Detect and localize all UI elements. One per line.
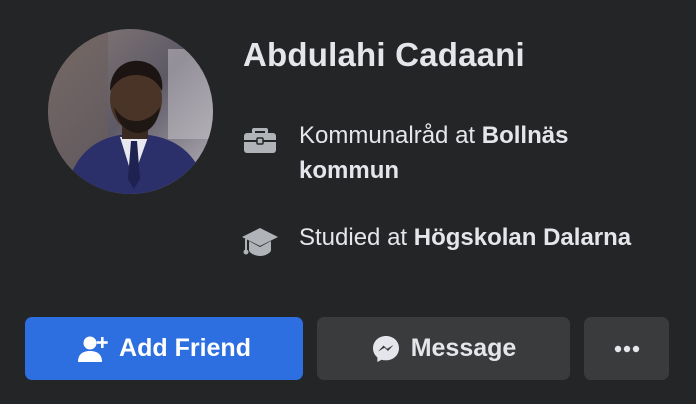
message-label: Message <box>410 334 517 362</box>
message-button[interactable]: Message <box>317 317 570 380</box>
work-text: Kommunalråd at Bollnäs kommun <box>299 118 659 188</box>
graduation-cap-icon <box>240 222 280 262</box>
more-options-button[interactable] <box>584 317 669 380</box>
more-dots-icon <box>614 345 640 353</box>
avatar-photo <box>48 29 213 194</box>
education-info: Studied at Högskolan Dalarna <box>240 220 660 295</box>
education-text: Studied at Högskolan Dalarna <box>299 220 659 255</box>
education-prefix: Studied at <box>299 224 414 251</box>
messenger-icon <box>371 334 401 364</box>
avatar[interactable] <box>48 29 213 194</box>
profile-hover-card: Abdulahi Cadaani Kommunalråd at Bollnäs … <box>0 0 696 404</box>
briefcase-icon <box>240 120 280 160</box>
profile-name[interactable]: Abdulahi Cadaani <box>243 36 525 74</box>
add-friend-button[interactable]: Add Friend <box>25 317 303 380</box>
education-org-link[interactable]: Högskolan Dalarna <box>414 224 631 251</box>
add-person-icon <box>77 335 109 363</box>
work-info: Kommunalråd at Bollnäs kommun <box>240 118 660 193</box>
add-friend-label: Add Friend <box>119 334 251 362</box>
work-prefix: Kommunalråd at <box>299 122 482 149</box>
